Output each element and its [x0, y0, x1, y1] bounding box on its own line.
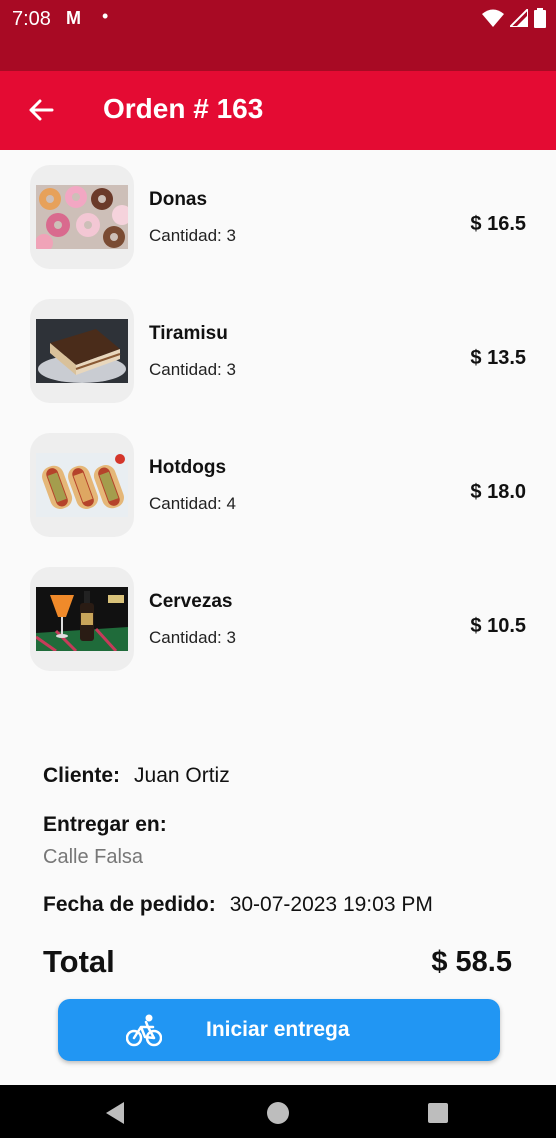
item-name: Tiramisu [149, 323, 228, 344]
item-price: $ 18.0 [470, 481, 526, 503]
total-value: $ 58.5 [431, 946, 512, 978]
item-thumbnail [30, 165, 134, 269]
order-item[interactable]: Cervezas Cantidad: 3 $ 10.5 [0, 565, 556, 675]
client-label: Cliente: [43, 764, 121, 787]
app-bar: Orden # 163 [0, 71, 556, 150]
nav-recents-icon[interactable] [428, 1103, 448, 1123]
battery-icon [534, 8, 546, 28]
arrow-left-icon [29, 99, 54, 121]
date-label: Fecha de pedido: [43, 893, 216, 916]
hotdogs-photo [36, 453, 128, 517]
notification-dot: • [102, 6, 109, 26]
bicycle-icon [126, 1014, 162, 1047]
item-quantity: Cantidad: 3 [149, 360, 236, 379]
back-button[interactable] [24, 93, 58, 127]
start-delivery-label: Iniciar entrega [206, 1018, 350, 1041]
status-bar: 7:08 M • [0, 0, 556, 71]
client-row: Cliente: Juan Ortiz [43, 764, 230, 788]
deliver-address: Calle Falsa [43, 846, 144, 868]
item-quantity: Cantidad: 3 [149, 628, 236, 647]
item-quantity: Cantidad: 4 [149, 494, 236, 513]
order-item[interactable]: Hotdogs Cantidad: 4 $ 18.0 [0, 431, 556, 541]
item-name: Hotdogs [149, 457, 227, 478]
item-price: $ 13.5 [470, 347, 526, 369]
gmail-icon: M [66, 8, 81, 28]
tiramisu-photo [36, 319, 128, 383]
item-thumbnail [30, 299, 134, 403]
item-price: $ 16.5 [470, 213, 526, 235]
order-item[interactable]: Tiramisu Cantidad: 3 $ 13.5 [0, 297, 556, 407]
deliver-row: Entregar en: [43, 813, 167, 837]
nav-home-icon[interactable] [267, 1102, 289, 1124]
item-name: Donas [149, 189, 208, 210]
navigation-bar [0, 1085, 556, 1138]
total-label: Total [43, 944, 115, 979]
item-quantity: Cantidad: 3 [149, 226, 236, 245]
nav-back-icon[interactable] [106, 1102, 124, 1124]
status-time: 7:08 [12, 8, 51, 30]
client-value: Juan Ortiz [134, 764, 230, 787]
wifi-icon [482, 9, 504, 27]
beers-photo [36, 587, 128, 651]
item-name: Cervezas [149, 591, 233, 612]
item-price: $ 10.5 [470, 615, 526, 637]
donuts-photo [36, 185, 128, 249]
item-thumbnail [30, 433, 134, 537]
signal-icon [510, 9, 528, 27]
deliver-label: Entregar en: [43, 813, 167, 836]
date-row: Fecha de pedido: 30-07-2023 19:03 PM [43, 893, 433, 917]
date-value: 30-07-2023 19:03 PM [229, 893, 433, 916]
item-thumbnail [30, 567, 134, 671]
status-icons [482, 8, 546, 28]
page-title: Orden # 163 [103, 93, 264, 124]
order-item[interactable]: Donas Cantidad: 3 $ 16.5 [0, 163, 556, 273]
start-delivery-button[interactable]: Iniciar entrega [58, 999, 500, 1061]
